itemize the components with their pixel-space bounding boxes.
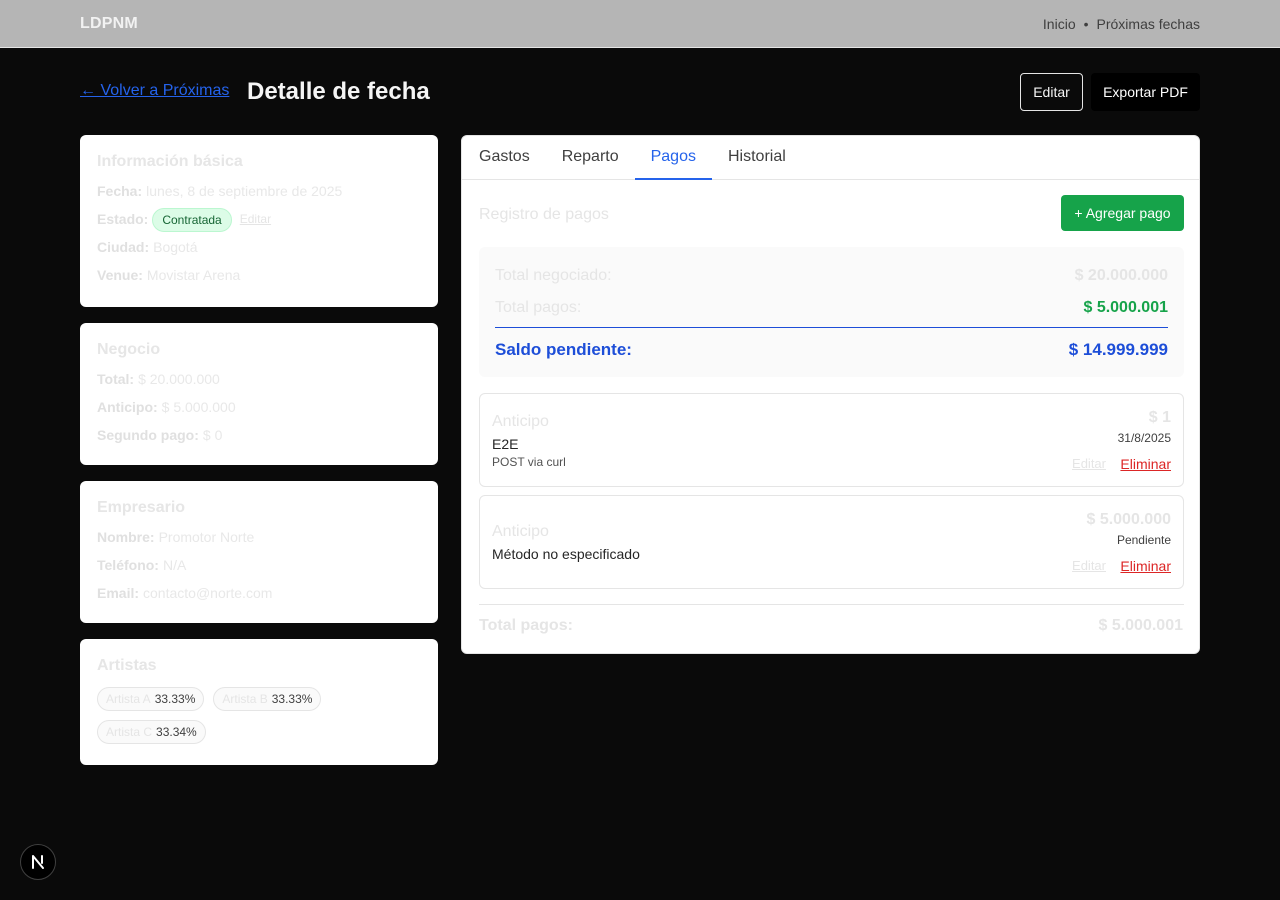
ciudad-value: Bogotá [153, 239, 198, 255]
artist-chip: Artista A 33.33% [97, 687, 205, 711]
payment-status: Pendiente [1116, 533, 1171, 547]
top-nav: Inicio • Próximas fechas [1043, 16, 1200, 32]
payment-amount: $ 5.000.000 [1086, 511, 1171, 528]
nav-inicio[interactable]: Inicio [1043, 16, 1076, 32]
tab-gastos[interactable]: Gastos [463, 136, 546, 180]
total-label: Total: [97, 371, 135, 387]
payment-description: Método no especificado [492, 546, 640, 562]
brand-logo[interactable]: LDPNM [80, 15, 138, 33]
edit-button[interactable]: Editar [1020, 73, 1083, 111]
estado-row: Estado: Contratada Editar [97, 208, 421, 239]
segundo-pago-label: Segundo pago: [97, 427, 199, 443]
empresario-title: Empresario [97, 499, 186, 516]
summary-saldo-row: Saldo pendiente: $ 14.999.999 [495, 340, 1168, 360]
telefono-value: N/A [162, 557, 187, 573]
venue-row: Venue: Movistar Arena [97, 267, 421, 295]
saldo-value: $ 14.999.999 [1068, 340, 1168, 359]
empresario-card: Empresario Nombre: Promotor Norte Teléfo… [80, 481, 438, 623]
artist-name: Artista B [222, 692, 268, 706]
anticipo-row: Anticipo: $ 5.000.000 [97, 399, 421, 427]
summary-divider [495, 327, 1168, 328]
payment-amount: $ 1 [1148, 409, 1171, 426]
delete-payment-link[interactable]: Eliminar [1120, 558, 1171, 574]
telefono-row: Teléfono: N/A [97, 557, 421, 585]
artist-chip: Artista C 33.34% [97, 720, 206, 744]
status-badge: Contratada [152, 208, 232, 232]
artistas-card: Artistas Artista A 33.33% Artista B 33.3… [80, 639, 438, 765]
payments-section-title: Registro de pagos [479, 206, 609, 223]
nav-proximas-fechas[interactable]: Próximas fechas [1097, 16, 1200, 32]
artist-name: Artista A [106, 692, 151, 706]
payment-note: POST via curl [492, 455, 566, 469]
total-pagos-label: Total pagos: [479, 617, 573, 634]
fecha-value: lunes, 8 de septiembre de 2025 [146, 183, 343, 199]
nextjs-logo-icon[interactable] [20, 844, 56, 880]
payment-summary: Total negociado: $ 20.000.000 Total pago… [479, 247, 1184, 377]
segundo-pago-value: $ 0 [202, 427, 223, 443]
payments-panel: Gastos Reparto Pagos Historial Registro … [461, 135, 1200, 654]
email-label: Email: [97, 585, 140, 601]
ciudad-row: Ciudad: Bogotá [97, 239, 421, 267]
negociado-label: Total negociado: [495, 267, 612, 284]
total-value: $ 20.000.000 [138, 371, 220, 387]
edit-payment-link[interactable]: Editar [1072, 558, 1106, 573]
email-value: contacto@norte.com [143, 585, 273, 601]
tab-historial[interactable]: Historial [712, 136, 802, 180]
artistas-title: Artistas [97, 657, 157, 674]
total-row: Total: $ 20.000.000 [97, 371, 421, 399]
payment-item: Anticipo Método no especificado $ 5.000.… [479, 495, 1184, 589]
export-pdf-button[interactable]: Exportar PDF [1091, 73, 1200, 111]
anticipo-value: $ 5.000.000 [161, 399, 236, 415]
tab-pagos[interactable]: Pagos [634, 136, 712, 180]
payment-date: 31/8/2025 [1117, 431, 1171, 445]
delete-payment-link[interactable]: Eliminar [1120, 456, 1171, 472]
fecha-row: Fecha: lunes, 8 de septiembre de 2025 [97, 183, 421, 211]
segundo-pago-row: Segundo pago: $ 0 [97, 427, 421, 455]
edit-payment-link[interactable]: Editar [1072, 456, 1106, 471]
top-navbar: LDPNM Inicio • Próximas fechas [0, 0, 1280, 48]
telefono-label: Teléfono: [97, 557, 159, 573]
artist-percentage: 33.33% [271, 692, 313, 706]
negocio-card: Negocio Total: $ 20.000.000 Anticipo: $ … [80, 323, 438, 465]
artist-chips: Artista A 33.33% Artista B 33.33% Artist… [97, 687, 347, 744]
page-title: Detalle de fecha [247, 78, 430, 105]
tab-bar: Gastos Reparto Pagos Historial [462, 136, 1199, 180]
n-logo-icon [32, 855, 44, 869]
nombre-label: Nombre: [97, 529, 155, 545]
artist-percentage: 33.34% [156, 725, 197, 739]
nav-separator: • [1083, 16, 1089, 32]
total-divider [479, 604, 1184, 605]
back-to-proximas-link[interactable]: ← Volver a Próximas [80, 82, 229, 100]
edit-status-link[interactable]: Editar [240, 211, 271, 227]
venue-value: Movistar Arena [146, 267, 241, 283]
venue-label: Venue: [97, 267, 143, 283]
tab-reparto[interactable]: Reparto [546, 136, 635, 180]
saldo-label: Saldo pendiente: [495, 340, 632, 359]
estado-label: Estado: [97, 211, 149, 227]
email-row: Email: contacto@norte.com [97, 585, 421, 613]
summary-pagos-row: Total pagos: $ 5.000.001 [495, 299, 1168, 317]
total-pagos-value: $ 5.000.001 [1098, 617, 1183, 634]
negocio-title: Negocio [97, 341, 161, 358]
basic-info-title: Información básica [97, 153, 243, 170]
summary-negociado-row: Total negociado: $ 20.000.000 [495, 267, 1168, 285]
negociado-value: $ 20.000.000 [1074, 267, 1168, 284]
basic-info-card: Información básica Fecha: lunes, 8 de se… [80, 135, 438, 307]
fecha-label: Fecha: [97, 183, 143, 199]
payment-type: Anticipo [492, 523, 549, 540]
payment-description: E2E [492, 436, 519, 452]
payment-type: Anticipo [492, 413, 549, 430]
artist-chip: Artista B 33.33% [213, 687, 322, 711]
payment-item: Anticipo E2E POST via curl $ 1 31/8/2025… [479, 393, 1184, 487]
pagos-value: $ 5.000.001 [1083, 299, 1168, 316]
artist-name: Artista C [106, 725, 153, 739]
anticipo-label: Anticipo: [97, 399, 158, 415]
add-payment-button[interactable]: + Agregar pago [1061, 195, 1184, 231]
ciudad-label: Ciudad: [97, 239, 150, 255]
nombre-row: Nombre: Promotor Norte [97, 529, 421, 557]
nombre-value: Promotor Norte [158, 529, 255, 545]
artist-percentage: 33.33% [154, 692, 196, 706]
pagos-label: Total pagos: [495, 299, 582, 316]
